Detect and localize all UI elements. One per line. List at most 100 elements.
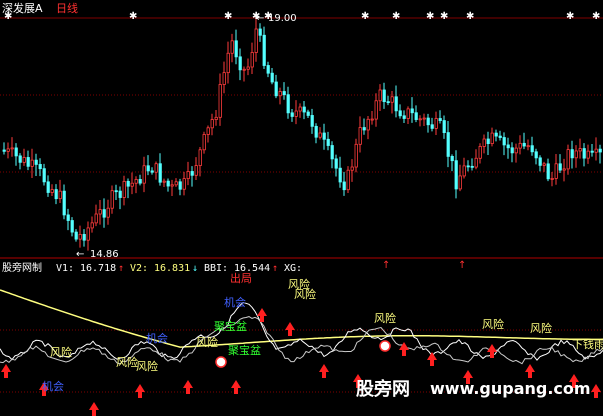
candle-body: [346, 169, 350, 191]
candle-body: [206, 127, 210, 135]
candle-body: [150, 170, 154, 173]
v2-arrow: ↓: [192, 263, 198, 274]
v2-label: V2:: [130, 263, 148, 274]
candle-body: [586, 150, 590, 159]
annotation-label: 风险: [196, 335, 218, 349]
candle-body: [50, 189, 54, 193]
candle-body: [426, 117, 430, 126]
candle-body: [90, 222, 94, 229]
indicator-series: [0, 289, 603, 365]
candle-body: [482, 138, 486, 147]
signal-arrow-icon: [231, 380, 241, 394]
candle-body: [470, 165, 474, 168]
candle-body: [318, 132, 322, 138]
candle-body: [494, 132, 498, 137]
annotation-label: 风险: [530, 321, 552, 335]
annotation-label: 风险: [374, 311, 396, 325]
candle-body: [574, 150, 578, 159]
watermark-url: www.gupang.com: [430, 379, 591, 398]
candle-body: [310, 115, 314, 127]
candle-body: [526, 145, 530, 148]
candle-body: [166, 180, 170, 187]
candle-body: [478, 146, 482, 159]
candle-body: [198, 149, 202, 166]
chart-stage: ✱✱✱✱✱✱✱✱✱✱✱✱↑↑ 出局风险风险风险风险风险风险风险风险风险下钱雨了机…: [0, 0, 603, 416]
candle-body: [138, 179, 142, 184]
annotation-label: 风险: [294, 287, 316, 301]
xg-arrow: ↑: [458, 260, 466, 271]
candle-body: [422, 117, 426, 120]
candle-body: [374, 100, 378, 120]
star-marker: ✱: [392, 11, 400, 22]
candle-body: [410, 108, 414, 114]
smiley-icon: [379, 340, 391, 352]
candle-body: [442, 120, 446, 133]
candle-body: [522, 142, 526, 147]
candle-body: [598, 148, 602, 153]
candle-body: [354, 143, 358, 168]
candle-body: [570, 149, 574, 159]
xg-label: XG:: [284, 263, 302, 274]
candle-body: [298, 106, 302, 112]
candle-body: [414, 112, 418, 120]
candle-body: [70, 220, 74, 233]
bbi-label: BBI:: [204, 263, 228, 274]
candle-body: [162, 180, 166, 183]
candle-body: [210, 119, 214, 129]
candle-body: [242, 68, 246, 71]
candle-body: [122, 180, 126, 198]
candle-body: [294, 110, 298, 117]
candle-body: [454, 160, 458, 190]
candle-body: [10, 147, 14, 150]
candle-body: [238, 56, 242, 71]
smiley-icon: [215, 356, 227, 368]
candle-body: [258, 28, 262, 36]
candle-body: [578, 148, 582, 152]
star-marker: ✱: [224, 11, 232, 22]
signal-arrow-icon: [319, 364, 329, 378]
candle-body: [434, 118, 438, 129]
candle-body: [190, 171, 194, 176]
candle-body: [66, 214, 70, 221]
candle-body: [18, 155, 22, 163]
candle-body: [390, 96, 394, 103]
xg-arrow: ↑: [382, 260, 390, 271]
annotation-label: 机会: [146, 331, 168, 345]
chart-canvas: ✱✱✱✱✱✱✱✱✱✱✱✱↑↑ 出局风险风险风险风险风险风险风险风险风险下钱雨了机…: [0, 1, 603, 416]
candle-body: [42, 168, 46, 183]
candle-body: [34, 159, 38, 165]
v1-label: V1:: [56, 263, 74, 274]
v2-value: 16.831: [154, 263, 190, 274]
candle-body: [358, 127, 362, 145]
candle-body: [222, 72, 226, 85]
candle-body: [170, 184, 174, 187]
candle-body: [22, 157, 26, 163]
candle-body: [6, 148, 10, 152]
candle-body: [418, 118, 422, 121]
candle-body: [562, 168, 566, 171]
candle-body: [58, 190, 62, 200]
star-marker: ✱: [129, 11, 137, 22]
candle-body: [98, 209, 102, 215]
star-marker: ✱: [466, 11, 474, 22]
candle-body: [26, 157, 30, 167]
candle-body: [342, 181, 346, 191]
signal-arrow-icon: [285, 322, 295, 336]
signal-arrow-icon: [525, 364, 535, 378]
candle-body: [550, 178, 554, 180]
signal-arrow-icon: [89, 402, 99, 416]
watermark-cn: 股旁网: [355, 378, 410, 400]
candle-body: [382, 89, 386, 103]
candle-body: [518, 142, 522, 149]
candle-body: [350, 166, 354, 171]
v1-value: 16.718: [80, 263, 116, 274]
annotation-label: 风险: [482, 317, 504, 331]
candle-body: [2, 149, 6, 152]
candle-body: [566, 149, 570, 170]
candle-body: [234, 40, 238, 58]
candle-body: [102, 209, 106, 218]
candle-body: [542, 163, 546, 166]
candle-body: [282, 91, 286, 96]
candle-body: [490, 132, 494, 144]
candle-body: [154, 163, 158, 173]
